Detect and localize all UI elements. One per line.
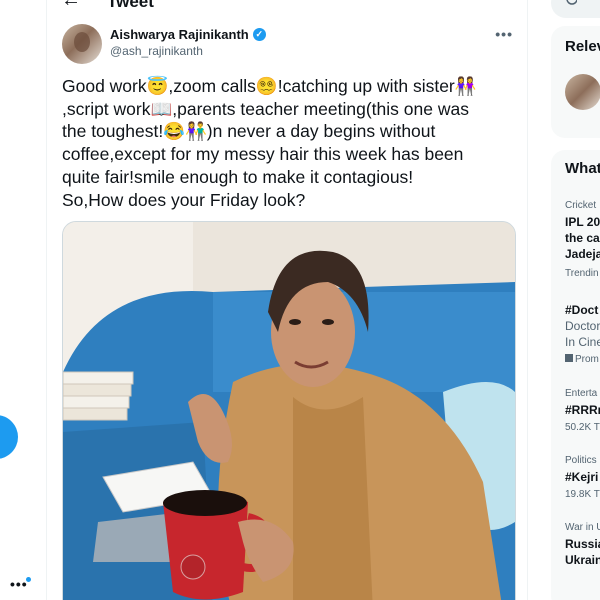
trend-description: Doctor bbox=[565, 319, 600, 333]
tweet-header: ← Tweet bbox=[47, 0, 527, 12]
author-handle[interactable]: @ash_rajinikanth bbox=[110, 44, 203, 58]
trend-category: Politics bbox=[565, 455, 597, 466]
author-name-row: Aishwarya Rajinikanth ✓ bbox=[110, 27, 266, 42]
tweet-text-line: quite fair!smile enough to make it conta… bbox=[62, 166, 414, 187]
tweet-text: Good work😇,zoom calls😵‍💫!catching up wit… bbox=[62, 75, 517, 211]
trend-meta: Prom bbox=[565, 354, 599, 365]
relevant-people-title: Relev bbox=[565, 38, 600, 55]
compose-tweet-button[interactable] bbox=[0, 415, 18, 459]
trend-title[interactable]: #RRRn bbox=[565, 402, 600, 418]
author-avatar[interactable] bbox=[62, 24, 102, 64]
photo-woman-with-coffee bbox=[63, 222, 515, 600]
search-icon[interactable] bbox=[565, 0, 577, 11]
trend-description: In Cine bbox=[565, 335, 600, 349]
trend-title[interactable]: Russia bbox=[565, 536, 600, 552]
promoted-icon bbox=[565, 354, 573, 362]
trend-title[interactable]: IPL 20 bbox=[565, 214, 600, 230]
author-display-name[interactable]: Aishwarya Rajinikanth bbox=[110, 27, 249, 42]
trend-title[interactable]: #Doct bbox=[565, 302, 598, 318]
more-horizontal-icon[interactable]: ••• bbox=[495, 26, 513, 42]
relevant-person-avatar[interactable] bbox=[565, 74, 600, 110]
promoted-label: Prom bbox=[575, 354, 599, 365]
right-sidebar: Relev What Cricket IPL 20 the ca Jadeja … bbox=[551, 0, 600, 600]
trend-category: Cricket bbox=[565, 200, 597, 211]
verified-badge-icon: ✓ bbox=[252, 28, 266, 41]
notification-dot bbox=[26, 577, 31, 582]
main-timeline-column: ← Tweet Aishwarya Rajinikanth ✓ @ash_raj… bbox=[46, 0, 528, 600]
trend-meta: 19.8K T bbox=[565, 489, 600, 500]
tweet-text-line: So,How does your Friday look? bbox=[62, 189, 306, 210]
page-title: Tweet bbox=[107, 0, 154, 11]
whats-happening-title: What bbox=[565, 160, 600, 177]
tweet-text-line: Good work😇,zoom calls😵‍💫!catching up wit… bbox=[62, 76, 477, 96]
arrow-left-icon[interactable]: ← bbox=[61, 0, 81, 12]
trend-title[interactable]: Ukrain bbox=[565, 552, 600, 568]
trend-category: War in U bbox=[565, 522, 600, 533]
trend-meta: Trendin bbox=[565, 268, 599, 279]
tweet-text-line: ,script work📖,parents teacher meeting(th… bbox=[62, 98, 469, 119]
trend-meta: 50.2K T bbox=[565, 422, 600, 433]
left-navigation: ••• bbox=[0, 0, 46, 600]
trend-category: Enterta bbox=[565, 388, 598, 399]
trend-title[interactable]: the ca bbox=[565, 230, 600, 246]
trend-title[interactable]: #Kejri bbox=[565, 469, 598, 485]
tweet-text-line: the toughest!😂👫)n never a day begins wit… bbox=[62, 121, 436, 142]
trend-title[interactable]: Jadeja bbox=[565, 246, 600, 262]
tweet-text-line: coffee,except for my messy hair this wee… bbox=[62, 144, 464, 165]
tweet-photo[interactable] bbox=[62, 221, 516, 600]
